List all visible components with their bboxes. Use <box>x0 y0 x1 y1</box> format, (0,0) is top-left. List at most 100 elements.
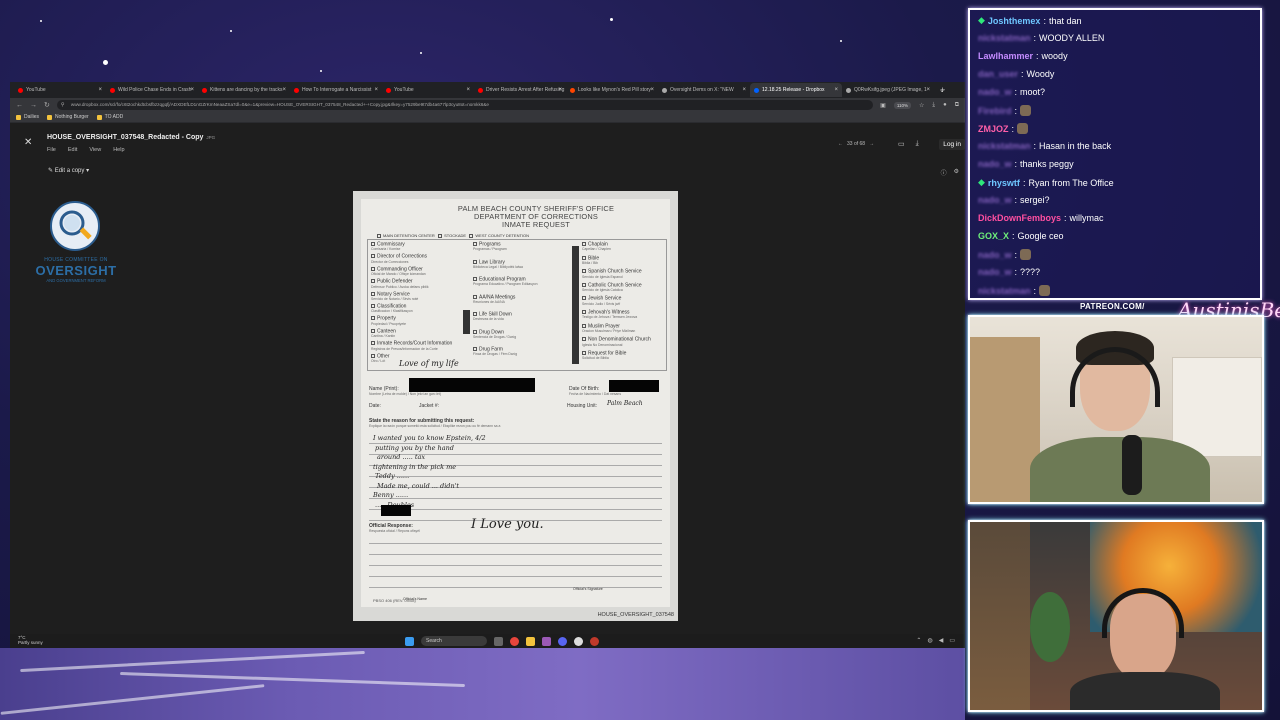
service-checkbox-item: Jewish Service Servicio Judio / Sèvis jwi… <box>582 295 622 306</box>
browser-tab[interactable]: How To Interrogate a Narcissist × <box>290 83 382 97</box>
info-icon[interactable]: ⓘ <box>941 168 947 177</box>
folder-icon <box>16 114 21 120</box>
chat-username[interactable]: nickstatman <box>978 286 1031 296</box>
task-view-icon[interactable] <box>494 636 503 646</box>
bookmark-label: Nothing Burger <box>55 114 89 120</box>
bookmarks-bar: Dailies Nothing Burger TO ADD <box>10 112 965 123</box>
menu-view[interactable]: View <box>89 147 101 153</box>
install-icon[interactable]: ▣ <box>880 102 886 109</box>
chat-username[interactable]: Joshthemex <box>988 16 1041 26</box>
patreon-label: PATREON.COM/ <box>1080 302 1145 311</box>
media-icon[interactable] <box>590 636 599 646</box>
volume-icon[interactable]: ◀ <box>939 637 944 644</box>
comment-icon[interactable]: ▭ <box>898 140 905 148</box>
tab-close-icon[interactable]: × <box>190 87 194 93</box>
tab-search-chevron-icon[interactable]: ⌄ <box>939 86 945 94</box>
chat-message: Lawlhammer: woody <box>978 51 1068 61</box>
chat-username[interactable]: DickDownFemboys <box>978 213 1061 223</box>
file-explorer-icon[interactable] <box>526 636 535 646</box>
login-button[interactable]: Log in <box>939 139 965 150</box>
forward-arrow-icon[interactable]: → <box>30 102 37 109</box>
viewer-tools: ▭ ⤓ <box>898 140 919 148</box>
chat-username[interactable]: dan_user <box>978 69 1018 79</box>
chat-username[interactable]: nado_w <box>978 267 1012 277</box>
windows-start-icon[interactable] <box>405 636 414 646</box>
bookmark-item[interactable]: Nothing Burger <box>47 114 89 120</box>
battery-icon[interactable]: ▭ <box>949 637 955 644</box>
chat-username[interactable]: rhyswtf <box>988 178 1020 188</box>
chrome-icon[interactable] <box>510 636 519 646</box>
title-line-3: INMATE REQUEST <box>502 220 570 229</box>
chat-username[interactable]: ZMJOZ <box>978 124 1009 134</box>
browser-tab[interactable]: Wild Police Chase Ends in Crash × <box>106 83 198 97</box>
chat-username[interactable]: Firebird <box>978 106 1012 116</box>
prev-file-arrow-icon[interactable]: ← <box>838 141 843 147</box>
chat-colon: : <box>1033 33 1037 43</box>
tab-close-icon[interactable]: × <box>742 87 746 93</box>
redaction-name <box>409 378 535 392</box>
edit-copy-button[interactable]: ✎ Edit a copy ▾ <box>48 167 89 174</box>
service-checkbox-item: Inmate Records/Court Information Registro… <box>371 340 453 351</box>
zoom-level[interactable]: 110% <box>893 101 912 109</box>
tab-close-icon[interactable]: × <box>282 87 286 93</box>
browser-tab[interactable]: Oversight Dems on X: "NEW × <box>658 83 750 97</box>
settings-icon[interactable]: ⚙ <box>954 168 959 177</box>
tab-close-icon[interactable]: × <box>374 87 378 93</box>
service-checkbox-item: Bible Biblia / Bib <box>582 254 600 265</box>
browser-tab[interactable]: Kittens are dancing by the tracks × <box>198 83 290 97</box>
tab-close-icon[interactable]: × <box>558 87 562 93</box>
tab-close-icon[interactable]: × <box>834 87 838 93</box>
back-arrow-icon[interactable]: ← <box>16 102 23 109</box>
magnifier-glyph <box>59 210 92 240</box>
tab-close-icon[interactable]: × <box>926 87 930 93</box>
chat-colon: : <box>1014 87 1018 97</box>
reload-icon[interactable]: ↻ <box>44 101 50 109</box>
download-file-icon[interactable]: ⤓ <box>916 140 919 148</box>
menu-help[interactable]: Help <box>113 147 124 153</box>
browser-tab[interactable]: YouTube × <box>382 83 474 97</box>
taskbar-search[interactable]: Search <box>421 636 487 646</box>
obs-icon[interactable] <box>574 636 583 646</box>
browser-tab[interactable]: 12.18.25 Release - Dropbox × <box>750 83 842 97</box>
chat-username[interactable]: nickstatman <box>978 141 1031 151</box>
tab-close-icon[interactable]: × <box>650 87 654 93</box>
extensions-icon[interactable]: ⧉ <box>955 102 959 109</box>
chat-username[interactable]: nado_w <box>978 87 1012 97</box>
oversight-committee-logo: HOUSE COMMITTEE ON OVERSIGHT AND GOVERNM… <box>26 201 126 291</box>
bookmark-item[interactable]: Dailies <box>16 114 39 120</box>
chat-username[interactable]: nickstatman <box>978 33 1031 43</box>
chat-username[interactable]: nado_w <box>978 250 1012 260</box>
chat-username[interactable]: Lawlhammer <box>978 51 1033 61</box>
background-star <box>103 60 108 65</box>
browser-tab[interactable]: Q0RwKsifg.jpeg (JPEG Image, 1 × <box>842 83 934 97</box>
menu-file[interactable]: File <box>47 147 56 153</box>
tab-label: 12.18.25 Release - Dropbox <box>762 87 825 93</box>
menu-edit[interactable]: Edit <box>68 147 77 153</box>
browser-tab[interactable]: Driver Resists Arrest After Refusing × <box>474 83 566 97</box>
url-field[interactable]: ⚲ www.dropbox.com/scl/fo/c6t2ochkdtcbsfb… <box>56 100 874 110</box>
weather-widget[interactable]: 7°C Partly sunny <box>18 635 43 645</box>
chat-username[interactable]: nado_w <box>978 195 1012 205</box>
service-checkbox-item: Programs Programas / Pwogram <box>473 241 507 252</box>
bookmark-star-icon[interactable]: ☆ <box>919 102 924 109</box>
discord-icon[interactable] <box>558 636 567 646</box>
chat-username[interactable]: GOX_X <box>978 231 1009 241</box>
profile-icon[interactable]: ● <box>943 102 947 108</box>
tab-close-icon[interactable]: × <box>466 87 470 93</box>
browser-tab[interactable]: Looks like Mynon's Red Pill story × <box>566 83 658 97</box>
next-file-arrow-icon[interactable]: → <box>869 141 874 147</box>
tray-chevron-icon[interactable]: ⌃ <box>916 637 921 644</box>
browser-tab[interactable]: YouTube × <box>14 83 106 97</box>
network-icon[interactable]: ◍ <box>927 637 932 644</box>
close-icon[interactable]: ✕ <box>24 137 32 148</box>
download-icon[interactable]: ⤓ <box>932 102 935 109</box>
app-icon[interactable] <box>542 636 551 646</box>
chat-message: dan_user: Woody <box>978 69 1054 79</box>
bookmark-item[interactable]: TO ADD <box>96 114 123 120</box>
chat-colon: : <box>1014 105 1018 116</box>
chat-username[interactable]: nado_w <box>978 159 1012 169</box>
tab-favicon-icon <box>478 87 483 93</box>
tab-bar: YouTube × Wild Police Chase Ends in Crash ×… <box>10 82 965 98</box>
tab-close-icon[interactable]: × <box>98 87 102 93</box>
request-handwriting-line: I wanted you to know Epstein, 4/2 <box>373 434 486 442</box>
